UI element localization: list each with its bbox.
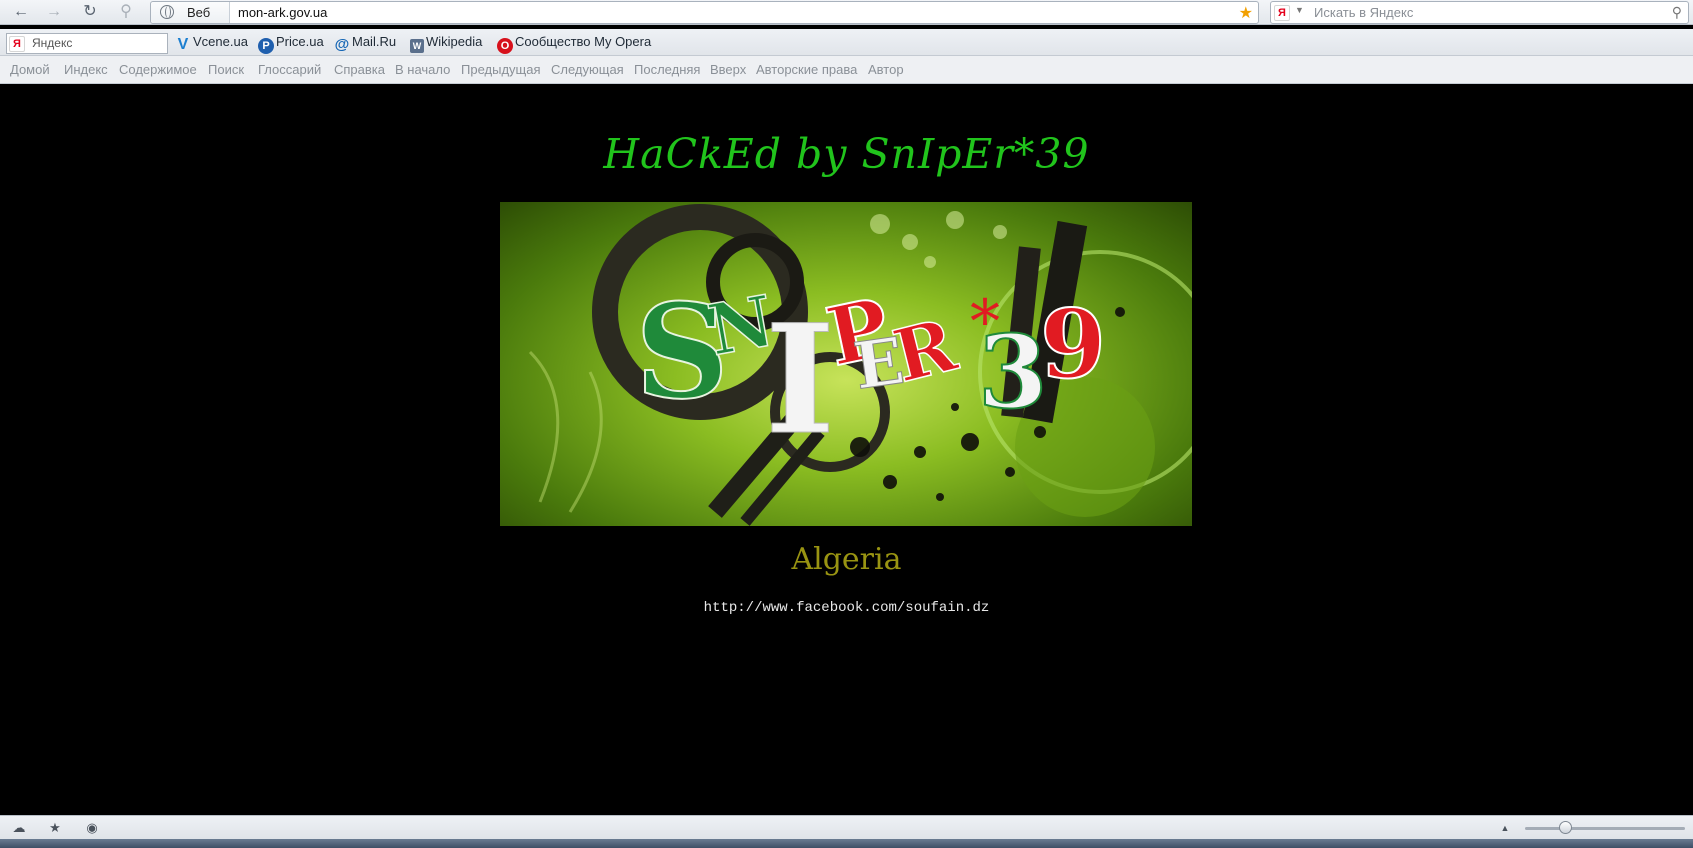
bookmark-label: Price.ua — [276, 34, 324, 49]
bookmark-label: Wikipedia — [426, 34, 483, 49]
bookmark-price[interactable]: P Price.ua — [258, 34, 324, 54]
search-placeholder[interactable]: Искать в Яндекс — [1314, 5, 1413, 20]
nav-search[interactable]: Поиск — [208, 62, 244, 77]
nav-previous[interactable]: Предыдущая — [461, 62, 541, 77]
bookmark-label: Vcene.ua — [193, 34, 248, 49]
nav-contents[interactable]: Содержимое — [119, 62, 197, 77]
bookmark-wikipedia[interactable]: W Wikipedia — [410, 34, 483, 53]
nav-next[interactable]: Следующая — [551, 62, 624, 77]
nav-help[interactable]: Справка — [334, 62, 385, 77]
bookmark-my-opera[interactable]: O Сообщество My Opera — [497, 34, 652, 54]
mailru-icon: @ — [334, 36, 350, 53]
address-toolbar: ← → ↻ ⚲— Веб mon-ark.gov.ua ★ Я ▼ Искать… — [0, 0, 1693, 40]
chevron-down-icon[interactable]: ▼ — [1295, 5, 1304, 15]
nav-glossary[interactable]: Глоссарий — [258, 62, 321, 77]
wikipedia-icon: W — [410, 39, 424, 53]
bookmark-star-icon[interactable]: ★ — [1239, 3, 1253, 23]
yandex-logo-icon: Я — [9, 36, 25, 52]
opera-icon: O — [497, 38, 513, 54]
turbo-icon[interactable]: ◉ — [84, 820, 100, 836]
nav-home[interactable]: Домой — [10, 62, 50, 77]
bookmark-mailru[interactable]: @ Mail.Ru — [334, 34, 397, 53]
country-label: Algeria — [791, 542, 902, 577]
navigation-bar: Домой Индекс Содержимое Поиск Глоссарий … — [0, 56, 1693, 84]
zoom-slider[interactable] — [1525, 827, 1685, 830]
nav-author[interactable]: Автор — [868, 62, 904, 77]
zoom-slider-handle[interactable] — [1559, 821, 1572, 834]
page-title: HaCkEd by SnIpEr*39 — [603, 130, 1090, 178]
svg-text:9: 9 — [1040, 289, 1106, 400]
cloud-icon[interactable]: ☁ — [11, 820, 27, 836]
yandex-logo-icon[interactable]: Я — [1274, 5, 1290, 21]
price-icon: P — [258, 38, 274, 54]
bookmarks-bar: Я Яндекс V Vcene.ua P Price.ua @ Mail.Ru WW… — [0, 29, 1693, 56]
globe-icon — [160, 5, 174, 19]
key-icon[interactable]: ⚲— — [114, 2, 138, 40]
address-field[interactable]: Веб mon-ark.gov.ua ★ — [150, 1, 1259, 24]
status-bar: ☁ ★ ◉ ▲ — [0, 815, 1693, 840]
vcene-icon: V — [177, 36, 189, 53]
search-icon[interactable]: ⚲ — [1672, 4, 1682, 21]
search-field[interactable]: Я ▼ Искать в Яндекс ⚲ — [1270, 1, 1689, 24]
svg-text:3: 3 — [978, 313, 1048, 431]
nav-copyright[interactable]: Авторские права — [756, 62, 857, 77]
bookmark-label: Mail.Ru — [352, 34, 397, 49]
forward-icon[interactable]: → — [44, 2, 64, 22]
address-zone-label: Веб — [187, 5, 211, 20]
bookmark-vcene[interactable]: V Vcene.ua — [175, 34, 248, 53]
bookmark-label: Сообщество My Opera — [515, 34, 652, 49]
banner-image: S N I P E R * 3 9 — [500, 202, 1192, 526]
nav-index[interactable]: Индекс — [64, 62, 108, 77]
facebook-link[interactable]: http://www.facebook.com/soufain.dz — [0, 600, 1693, 616]
nav-up[interactable]: Вверх — [710, 62, 746, 77]
url-text[interactable]: mon-ark.gov.ua — [238, 5, 327, 20]
os-taskbar — [0, 839, 1693, 848]
chevron-up-icon[interactable]: ▲ — [1497, 820, 1513, 836]
share-icon[interactable]: ★ — [47, 820, 63, 836]
nav-first[interactable]: В начало — [395, 62, 450, 77]
nav-last[interactable]: Последняя — [634, 62, 700, 77]
yandex-search-input[interactable]: Я Яндекс — [6, 33, 168, 54]
yandex-search-placeholder: Яндекс — [32, 36, 73, 50]
address-zone-button[interactable]: Веб — [151, 2, 230, 23]
reload-icon[interactable]: ↻ — [80, 2, 100, 22]
back-icon[interactable]: ← — [11, 2, 31, 22]
banner-artwork: S N I P E R * 3 9 — [528, 204, 1192, 526]
page-content: HaCkEd by SnIpEr*39 S N I P E R * 3 9 Al… — [0, 84, 1693, 815]
